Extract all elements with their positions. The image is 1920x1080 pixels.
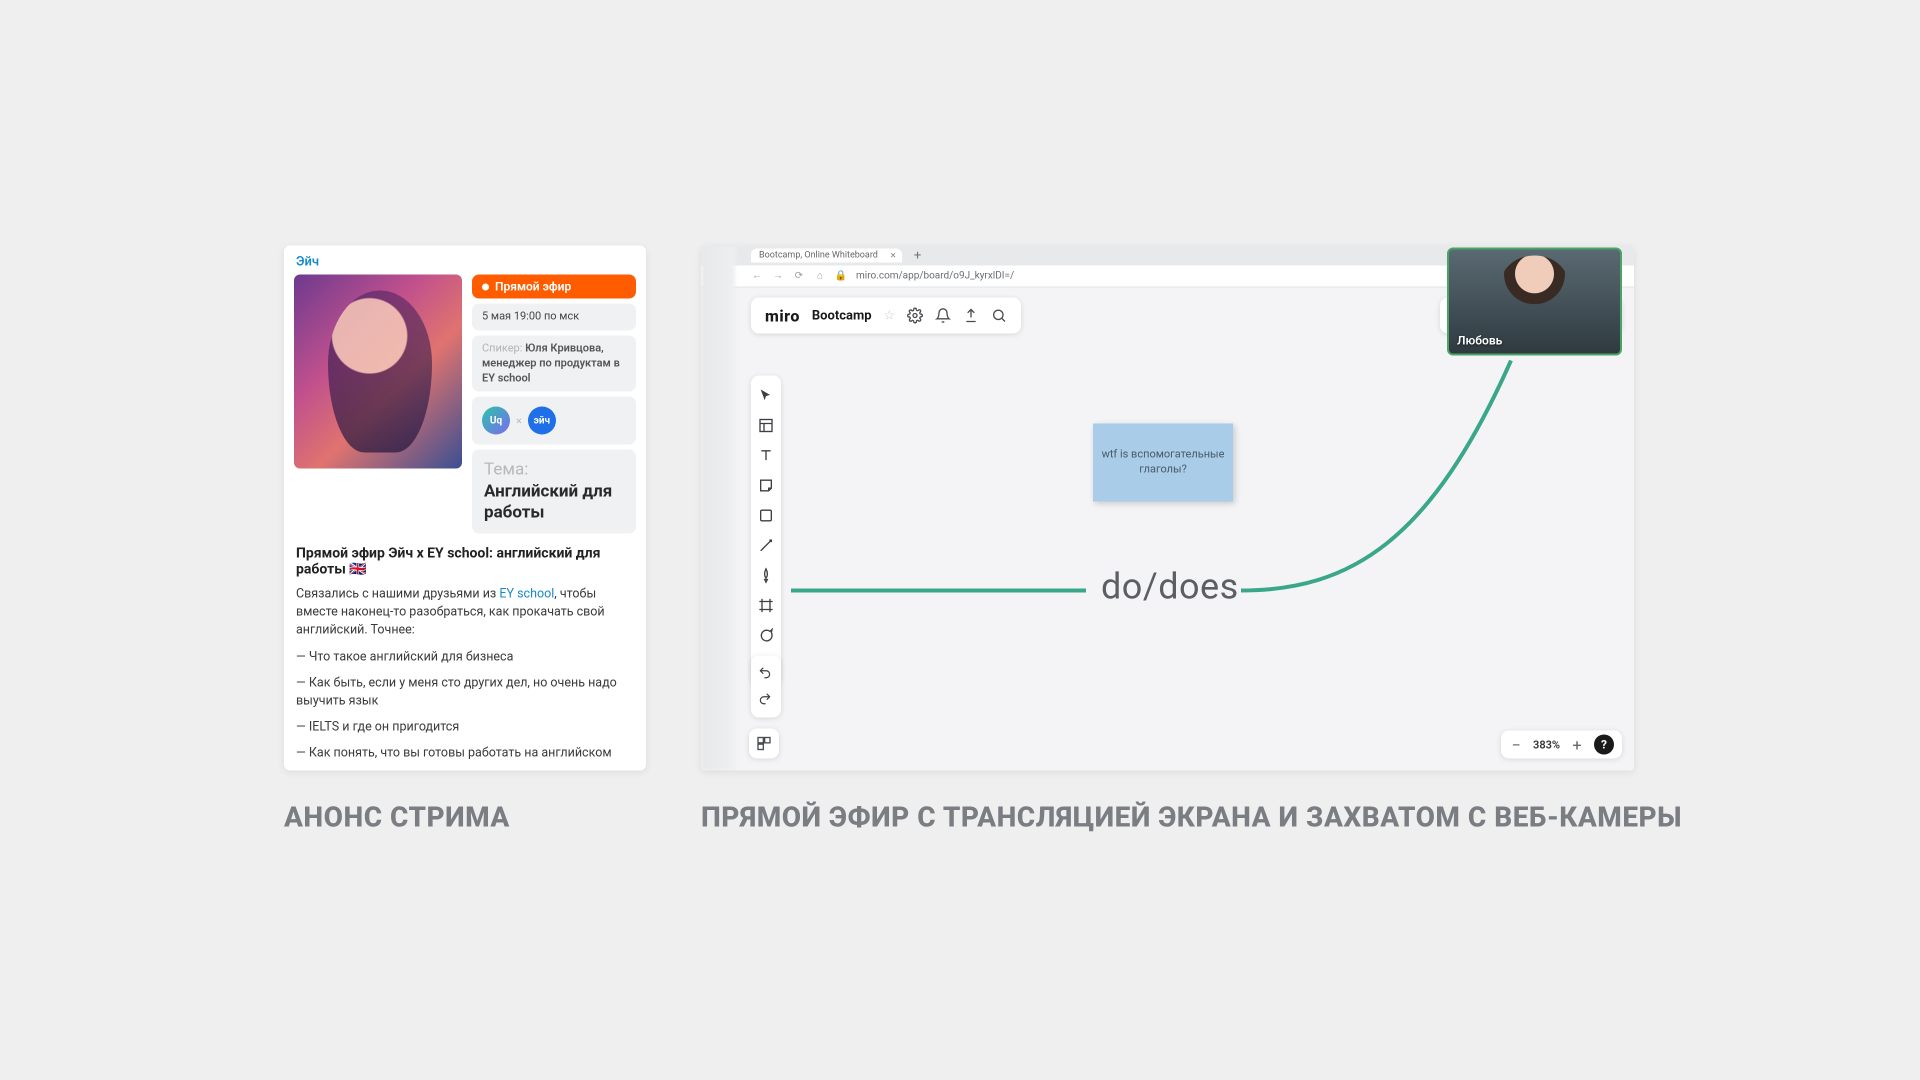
stream-datetime: 5 мая 19:00 по мск — [472, 304, 636, 331]
speaker-label: Спикер: — [482, 341, 522, 354]
connection-icon[interactable] — [758, 538, 774, 554]
cover-photo — [294, 275, 462, 469]
partner-logo-1: Uq — [482, 407, 510, 435]
zoom-level[interactable]: 383% — [1533, 738, 1560, 751]
new-tab-button[interactable]: + — [908, 248, 927, 263]
zoom-out-button[interactable]: − — [1509, 735, 1523, 754]
address-bar[interactable]: miro.com/app/board/o9J_kyrxlDI=/ — [856, 271, 1448, 282]
partner-logos: Uq × эйч — [472, 397, 636, 445]
back-icon[interactable]: ← — [751, 270, 763, 282]
theme-chip: Тема: Английский для работы — [472, 450, 636, 534]
frame-icon[interactable] — [758, 598, 774, 614]
comment-icon[interactable] — [758, 628, 774, 644]
presenter-name: Любовь — [1457, 334, 1502, 348]
miro-toolbar: » — [751, 376, 781, 686]
tab-title: Bootcamp, Online Whiteboard — [759, 251, 878, 261]
redo-icon[interactable] — [758, 692, 774, 708]
search-icon[interactable] — [991, 308, 1007, 324]
speaker-chip: Спикер: Юля Кривцова, менеджер по продук… — [472, 335, 636, 392]
help-button[interactable]: ? — [1594, 735, 1614, 755]
live-badge: Прямой эфир — [472, 275, 636, 299]
export-icon[interactable] — [963, 308, 979, 324]
logo-separator: × — [516, 414, 522, 427]
ey-school-link[interactable]: EY school — [499, 587, 554, 602]
bullet-3: — IELTS и где он пригодится — [296, 718, 634, 736]
telegram-post: Эйч Прямой эфир 5 мая 19:00 по мск Спике… — [284, 246, 646, 771]
post-title: Прямой эфир Эйч x EY school: английский … — [284, 534, 646, 578]
sticky-icon[interactable] — [758, 478, 774, 494]
select-icon[interactable] — [758, 388, 774, 404]
zoom-controls: − 383% + ? — [1501, 731, 1622, 759]
zoom-in-button[interactable]: + — [1570, 735, 1584, 754]
channel-name[interactable]: Эйч — [284, 246, 646, 275]
intro-pre: Связались с нашими друзьями из — [296, 587, 499, 602]
bullet-2: — Как быть, если у меня сто других дел, … — [296, 674, 634, 710]
bell-icon[interactable] — [935, 308, 951, 324]
canvas-text[interactable]: do/does — [1101, 566, 1239, 608]
partner-logo-2: эйч — [528, 407, 556, 435]
lock-icon: 🔒 — [835, 270, 847, 282]
undo-icon[interactable] — [758, 666, 774, 682]
star-icon[interactable]: ☆ — [884, 308, 896, 323]
template-icon[interactable] — [758, 418, 774, 434]
miro-header: miro Bootcamp ☆ — [751, 298, 1021, 334]
home-icon[interactable]: ⌂ — [814, 270, 826, 282]
settings-icon[interactable] — [907, 308, 923, 324]
bullet-1: — Что такое английский для бизнеса — [296, 648, 634, 666]
board-name[interactable]: Bootcamp — [812, 308, 872, 323]
post-body: Связались с нашими друзьями из EY school… — [284, 578, 646, 771]
bullet-4: — Как понять, что вы готовы работать на … — [296, 745, 634, 763]
reload-icon[interactable]: ⟳ — [793, 270, 805, 282]
forward-icon[interactable]: → — [772, 270, 784, 282]
miro-logo[interactable]: miro — [765, 306, 800, 325]
theme-text: Английский для работы — [484, 481, 612, 522]
caption-right: ПРЯМОЙ ЭФИР С ТРАНСЛЯЦИЕЙ ЭКРАНА И ЗАХВА… — [701, 801, 1682, 834]
pen-icon[interactable] — [758, 568, 774, 584]
text-icon[interactable] — [758, 448, 774, 464]
miro-map-icon[interactable] — [749, 729, 779, 759]
theme-label: Тема: — [484, 460, 528, 480]
close-icon[interactable]: × — [891, 250, 896, 261]
stream-sidebar-blur — [701, 246, 735, 771]
connector-line — [791, 301, 1611, 721]
webcam-feed: Любовь — [1447, 248, 1622, 356]
browser-tab[interactable]: Bootcamp, Online Whiteboard × — [751, 249, 902, 263]
screen-share: Bootcamp, Online Whiteboard × + ← → ⟳ ⌂ … — [701, 246, 1634, 771]
sticky-note[interactable]: wtf is вспомогательные глаголы? — [1093, 424, 1233, 502]
caption-left: АНОНС СТРИМА — [284, 801, 510, 834]
miro-history — [751, 656, 781, 718]
shape-icon[interactable] — [758, 508, 774, 524]
